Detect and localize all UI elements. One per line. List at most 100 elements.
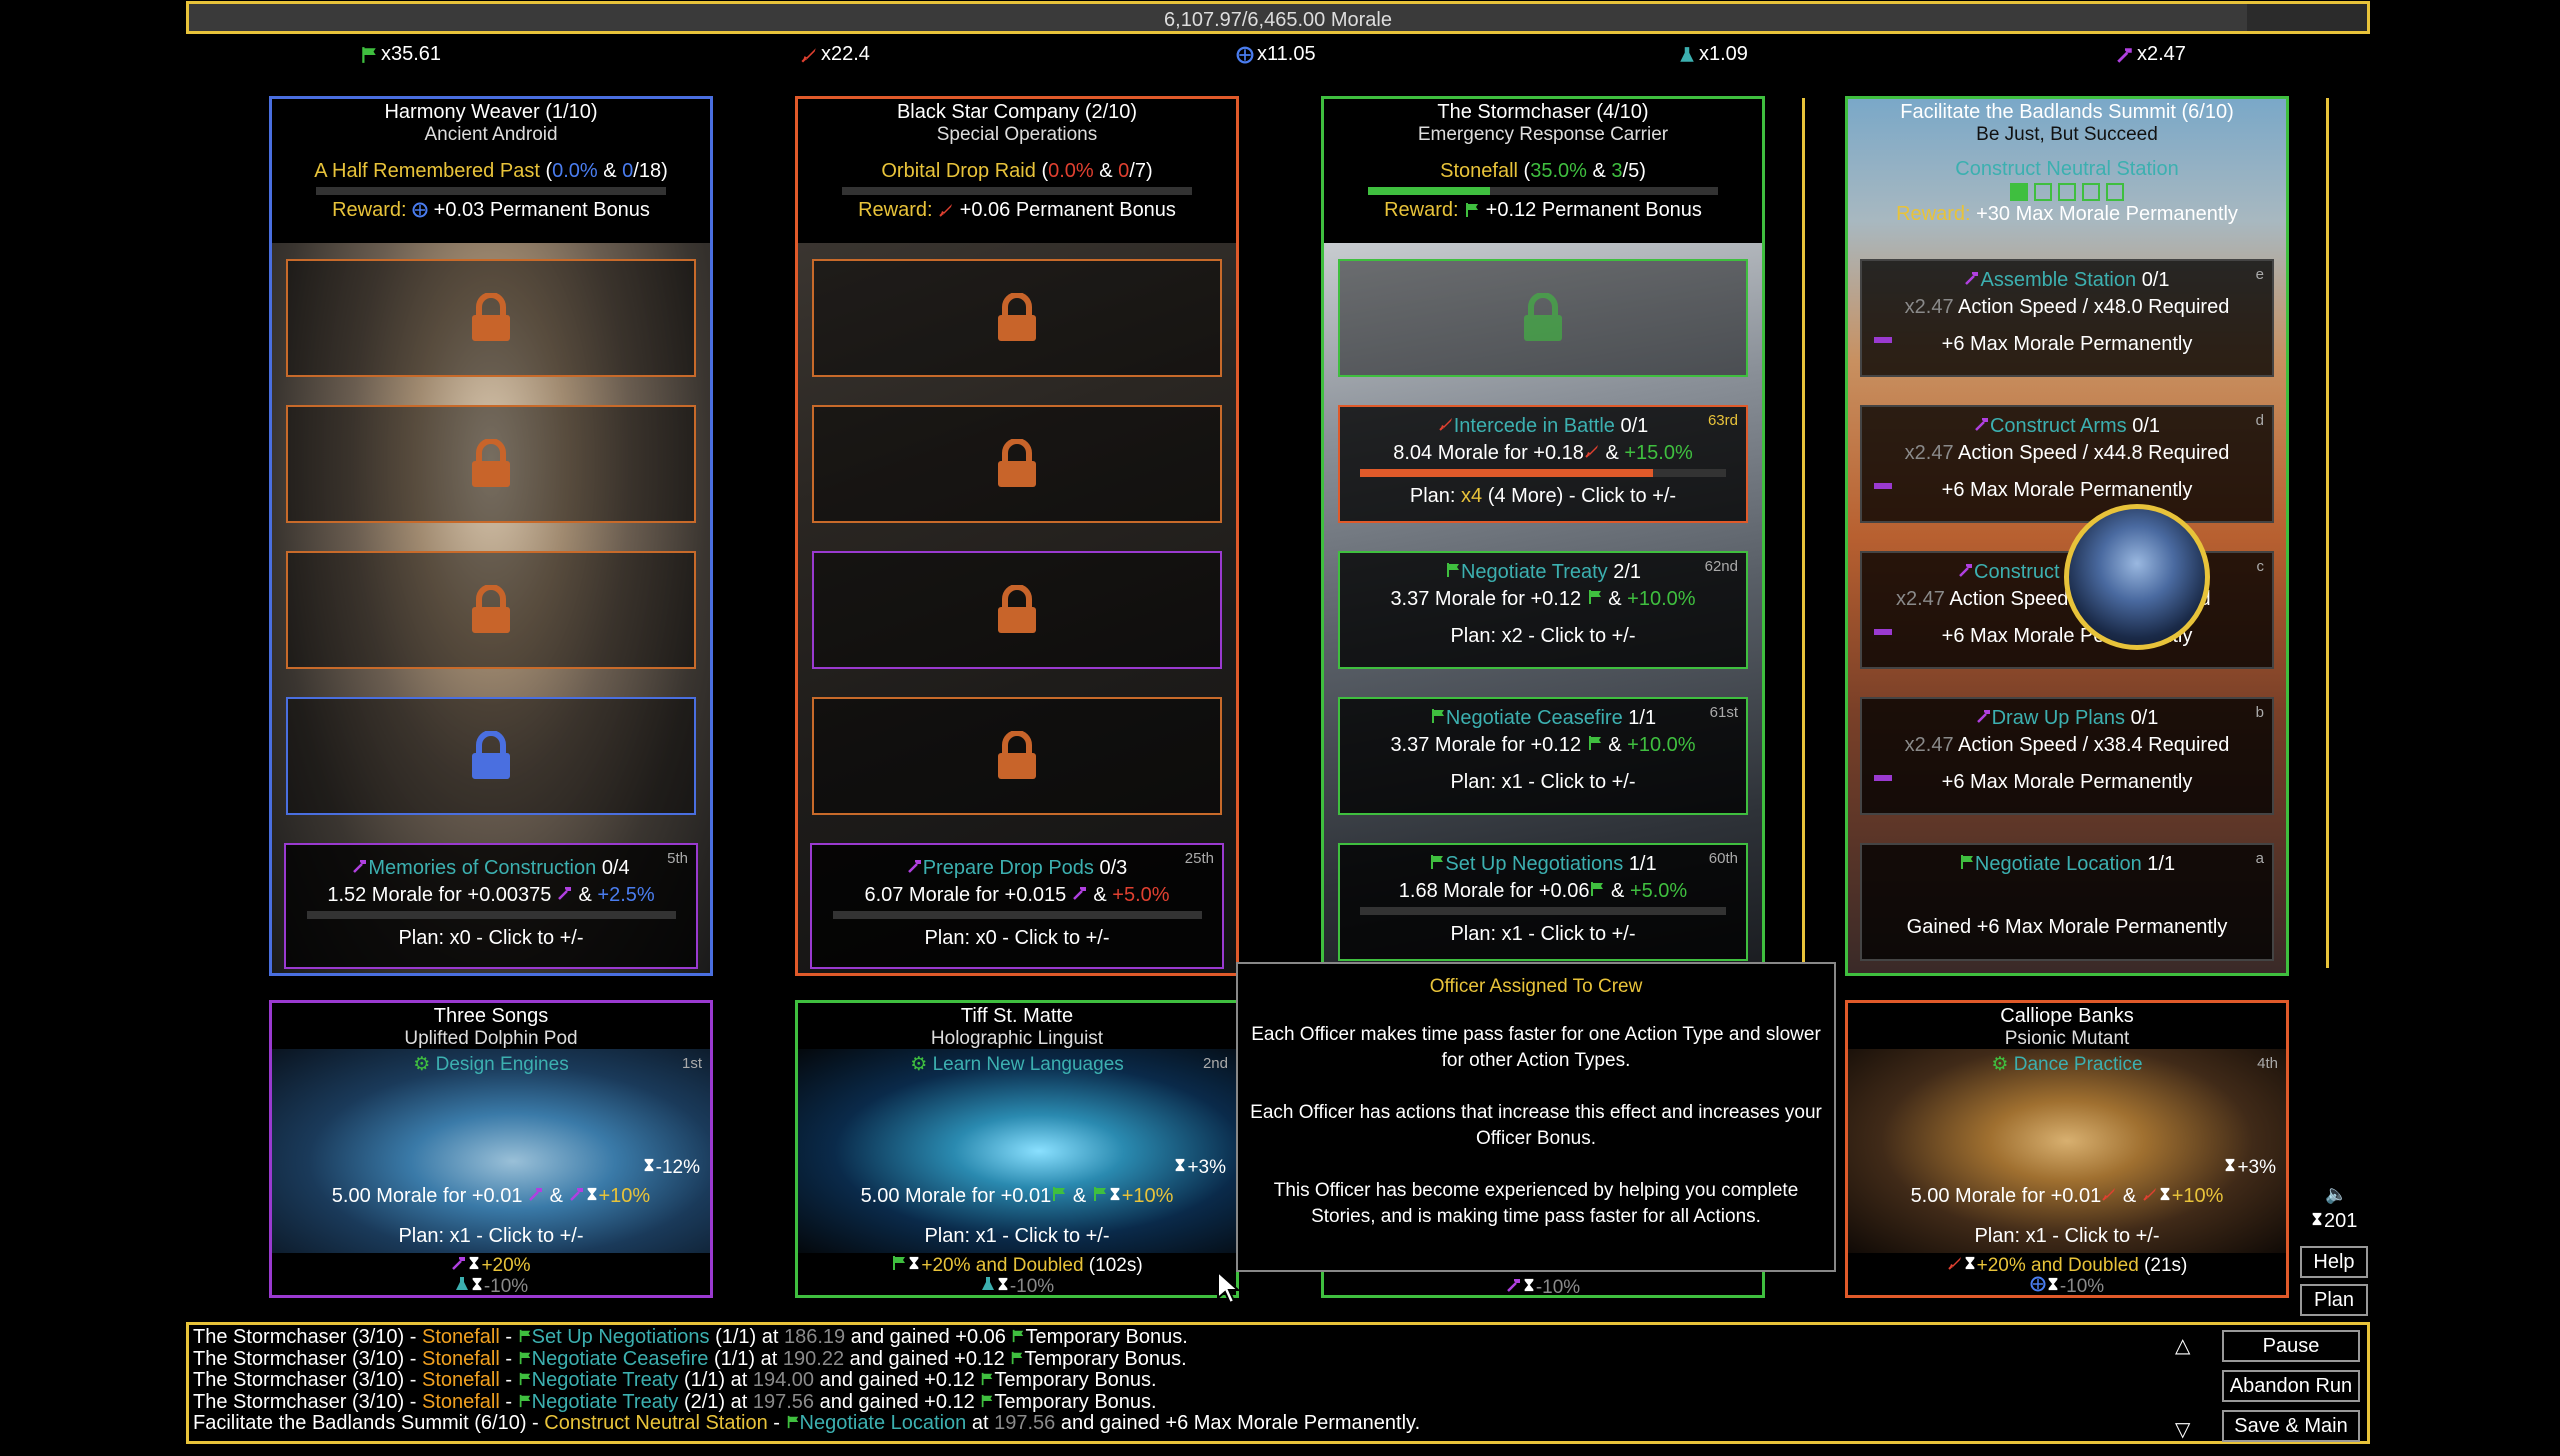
crew-card-black-star-company[interactable]: Black Star Company (2/10) Special Operat… [795, 96, 1239, 976]
hourglass-icon [1963, 1255, 1977, 1271]
officer-footer: -10% [1324, 1277, 1762, 1295]
rank-label: c [2256, 558, 2265, 575]
action-name: Prepare Drop Pods [922, 857, 1094, 879]
plan-control[interactable]: Plan: x0 - Click to +/- [812, 927, 1222, 950]
officer-tooltip: Officer Assigned To Crew Each Officer ma… [1236, 962, 1836, 1272]
flag-icon [1587, 735, 1603, 751]
pause-button[interactable]: Pause [2222, 1330, 2360, 1362]
plan-button[interactable]: Plan [2300, 1284, 2368, 1316]
plan-control[interactable]: Plan: x2 - Click to +/- [1340, 625, 1746, 648]
officer-name: Tiff St. Matte [960, 1005, 1074, 1027]
hammer-icon [1976, 708, 1992, 724]
scroll-down-icon[interactable]: ▽ [2175, 1417, 2190, 1442]
plan-control[interactable]: Plan: x4 (4 More) - Click to +/- [1340, 485, 1746, 508]
lock-icon [469, 293, 513, 343]
action-negotiate-ceasefire[interactable]: 61st Negotiate Ceasefire 1/1 3.37 Morale… [1338, 697, 1748, 815]
rank-label: 62nd [1704, 558, 1738, 575]
flag-icon [1587, 589, 1603, 605]
flag-icon [891, 1255, 907, 1271]
lock-icon [469, 731, 513, 781]
multiplier-value: x35.61 [381, 43, 442, 65]
tooltip-text: Each Officer makes time pass faster for … [1251, 1024, 1821, 1071]
plan-control[interactable]: Plan: x1 - Click to +/- [1340, 771, 1746, 794]
story-subtitle: Be Just, But Succeed [1976, 124, 2158, 145]
officer-bonus: -12% [642, 1157, 700, 1179]
scroll-up-icon[interactable]: △ [2175, 1333, 2190, 1358]
crew-card-harmony-weaver[interactable]: Harmony Weaver (1/10) Ancient Android A … [269, 96, 713, 976]
rocket-icon [2142, 1186, 2158, 1202]
action-count: 1/1 [2147, 853, 2176, 875]
officer-bonus: +3% [1173, 1157, 1226, 1179]
rank-label: 60th [1708, 850, 1738, 867]
officer-name: Calliope Banks [2000, 1005, 2134, 1027]
officer-token-badge[interactable] [2064, 504, 2210, 650]
plan-control[interactable]: Plan: x1 - Click to +/- [798, 1225, 1236, 1248]
locked-slot [812, 551, 1222, 669]
tooltip-title: Officer Assigned To Crew [1429, 976, 1643, 997]
log-line: The Stormchaser (3/10) - Stonefall - Set… [193, 1326, 1188, 1348]
hourglass-icon [907, 1255, 921, 1271]
hourglass-icon [1173, 1157, 1187, 1173]
rocket-icon [2101, 1186, 2117, 1202]
hammer-icon [2116, 46, 2134, 64]
help-button[interactable]: Help [2300, 1246, 2368, 1278]
goal-checkboxes [1848, 183, 2286, 201]
morale-bar: 6,107.97/6,465.00 Morale [186, 1, 2370, 34]
story-progress-fill [1367, 187, 1491, 195]
crew-card-the-stormchaser[interactable]: The Stormchaser (4/10) Emergency Respons… [1321, 96, 1765, 976]
action-intercede-in-battle[interactable]: 63rd Intercede in Battle 0/1 8.04 Morale… [1338, 405, 1748, 523]
hourglass-icon [996, 1276, 1010, 1292]
action-negotiate-location[interactable]: a Negotiate Location 1/1 Gained +6 Max M… [1860, 843, 2274, 961]
hourglass-icon [470, 1276, 484, 1292]
multiplier-value: x1.09 [1699, 43, 1748, 65]
story-line: Orbital Drop Raid (0.0% & 0/7) [881, 160, 1153, 182]
action-reward: 3.37 Morale for +0.12 [1390, 734, 1582, 756]
action-count: 1/1 [1628, 707, 1657, 729]
action-reward: +6 Max Morale Permanently [1941, 479, 2193, 501]
rocket-icon [1947, 1255, 1963, 1271]
action-count: 1/1 [1628, 853, 1657, 875]
plan-control[interactable]: Plan: x0 - Click to +/- [286, 927, 696, 950]
crew-subtitle: Ancient Android [424, 124, 558, 145]
tooltip-text: This Officer has become experienced by h… [1273, 1180, 1799, 1227]
rocket-icon [1438, 416, 1454, 432]
rank-label: 5th [667, 850, 688, 867]
save-and-main-button[interactable]: Save & Main [2222, 1410, 2360, 1442]
plan-control[interactable]: Plan: x1 - Click to +/- [1848, 1225, 2286, 1248]
crew-subtitle: Special Operations [936, 124, 1098, 145]
officer-card-calliope-banks[interactable]: Calliope Banks Psionic Mutant ⚙ Dance Pr… [1845, 1000, 2289, 1298]
abandon-run-button[interactable]: Abandon Run [2222, 1370, 2360, 1402]
action-assemble-station[interactable]: e Assemble Station 0/1 x2.47 Action Spee… [1860, 259, 2274, 377]
action-count: 0/1 [2130, 707, 2159, 729]
action-prepare-drop-pods[interactable]: 25th Prepare Drop Pods 0/3 6.07 Morale f… [810, 843, 1224, 969]
action-reward: 1.52 Morale for +0.00375 [327, 884, 552, 906]
multiplier-value: x11.05 [1257, 43, 1316, 65]
officer-card-three-songs[interactable]: Three Songs Uplifted Dolphin Pod ⚙ Desig… [269, 1000, 713, 1298]
action-name: Negotiate Ceasefire [1445, 707, 1623, 729]
hammer-icon [1072, 885, 1088, 901]
action-draw-up-plans[interactable]: b Draw Up Plans 0/1 x2.47 Action Speed /… [1860, 697, 2274, 815]
speaker-icon[interactable]: 🔈 [2325, 1184, 2347, 1205]
action-set-up-negotiations[interactable]: 60th Set Up Negotiations 1/1 1.68 Morale… [1338, 843, 1748, 961]
hammer-icon [1506, 1277, 1522, 1293]
plan-control[interactable]: Plan: x1 - Click to +/- [1340, 923, 1746, 946]
story-card-badlands-summit[interactable]: Facilitate the Badlands Summit (6/10) Be… [1845, 96, 2289, 976]
compass-icon [412, 202, 428, 218]
officer-action: ⚙ Learn New Languages [910, 1054, 1124, 1075]
plan-control[interactable]: Plan: x1 - Click to +/- [272, 1225, 710, 1248]
rank-label: e [2255, 266, 2264, 283]
action-memories-of-construction[interactable]: 5th Memories of Construction 0/4 1.52 Mo… [284, 843, 698, 969]
tooltip-text: Each Officer has actions that increase t… [1250, 1102, 1822, 1149]
action-negotiate-treaty[interactable]: 62nd Negotiate Treaty 2/1 3.37 Morale fo… [1338, 551, 1748, 669]
divider [1802, 98, 1805, 968]
hologram-portrait [798, 1049, 1236, 1253]
officer-subtitle: Uplifted Dolphin Pod [404, 1028, 578, 1049]
action-reward: 8.04 Morale for +0.18 [1393, 442, 1584, 464]
flag-icon [518, 1351, 532, 1365]
officer-card-tiff-st-matte[interactable]: Tiff St. Matte Holographic Linguist ⚙ Le… [795, 1000, 1239, 1298]
action-reward: 6.07 Morale for +0.015 [864, 884, 1067, 906]
locked-slot [286, 697, 696, 815]
rank-label: 1st [681, 1055, 702, 1072]
crew-subtitle: Emergency Response Carrier [1417, 124, 1669, 145]
action-construct-arms[interactable]: d Construct Arms 0/1 x2.47 Action Speed … [1860, 405, 2274, 523]
